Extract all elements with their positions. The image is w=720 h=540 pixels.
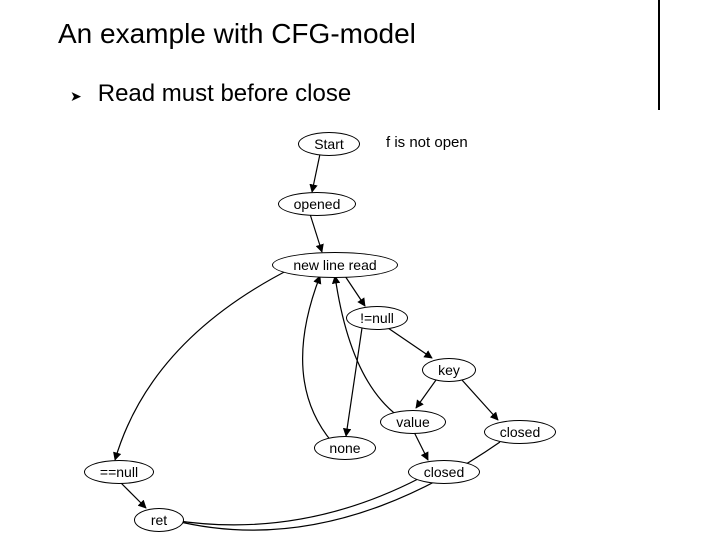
node-new-line-read: new line read xyxy=(272,252,398,278)
node-value: value xyxy=(380,410,446,434)
node-closed-below: closed xyxy=(408,460,480,484)
node-key: key xyxy=(422,358,476,382)
node-eq-null: ==null xyxy=(84,460,154,484)
node-closed-right: closed xyxy=(484,420,556,444)
node-opened: opened xyxy=(278,192,356,216)
cfg-diagram: Start f is not open opened new line read… xyxy=(0,0,720,540)
label-f-not-open: f is not open xyxy=(386,134,468,151)
node-not-null: !=null xyxy=(346,306,408,330)
node-ret: ret xyxy=(134,508,184,532)
node-start: Start xyxy=(298,132,360,156)
node-none: none xyxy=(314,436,376,460)
